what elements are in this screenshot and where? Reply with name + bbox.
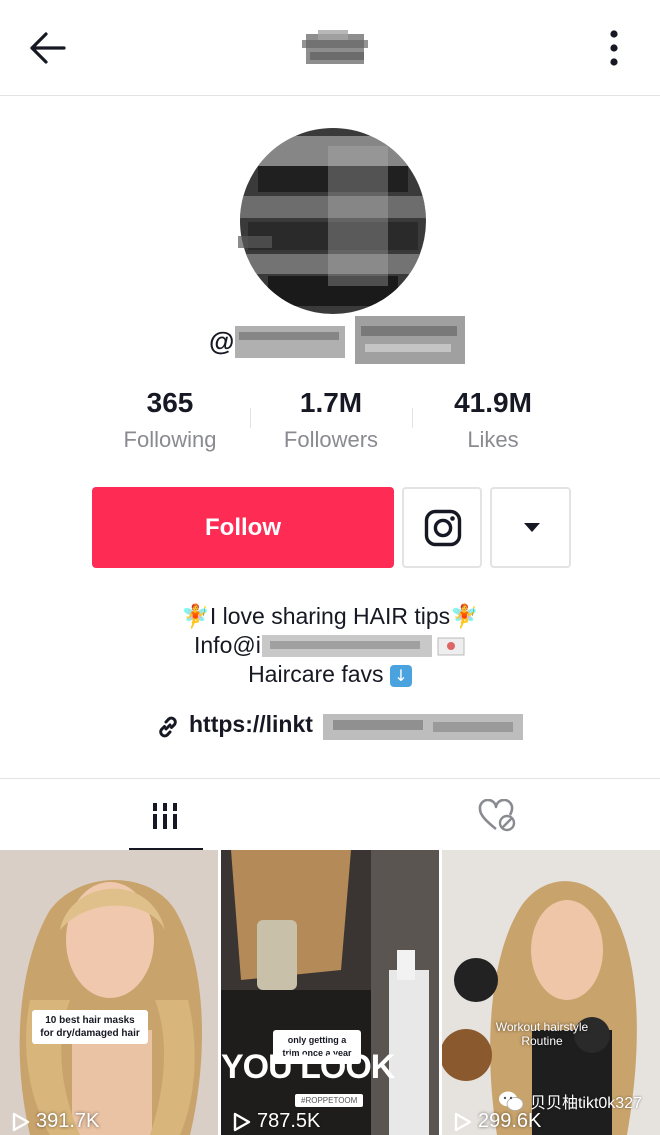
play-icon [12, 1112, 30, 1131]
content-tabs [0, 778, 660, 851]
followers-label: Followers [283, 427, 379, 452]
likes-label: Likes [467, 427, 519, 452]
bio-text: I love sharing HAIR tips [209, 603, 451, 629]
view-count-text: 391.7K [36, 1110, 100, 1132]
bio-link[interactable]: https://linkt [155, 708, 525, 744]
more-options-button[interactable] [600, 28, 628, 68]
more-dropdown-button[interactable] [490, 487, 571, 568]
view-count-text: 787.5K [257, 1110, 321, 1132]
obscured-title [298, 24, 374, 74]
bio: 🧚I love sharing HAIR tips🧚 Info@i Hairca… [0, 602, 660, 689]
video-caption: 10 best hair masks for dry/damaged hair [32, 1010, 148, 1044]
instagram-icon [424, 509, 462, 547]
top-bar [0, 0, 660, 96]
play-icon [233, 1112, 251, 1131]
avatar[interactable] [232, 126, 428, 316]
watermark: 贝贝柚tikt0k327 [498, 1089, 642, 1113]
following-label: Following [123, 427, 217, 452]
fairy-emoji: 🧚 [450, 604, 479, 630]
link-icon [159, 716, 177, 738]
video-thumbnail[interactable]: 10 best hair masks for dry/damaged hair … [0, 850, 218, 1135]
video-caption: Workout hairstyle Routine [495, 1020, 589, 1048]
back-button[interactable] [26, 28, 70, 68]
bio-haircare-text: Haircare favs [248, 661, 384, 687]
play-icon [454, 1112, 472, 1131]
tab-videos[interactable] [0, 779, 330, 851]
bio-link-text[interactable]: https://linkt [189, 711, 313, 738]
stat-following[interactable]: 365 Following [90, 386, 250, 454]
bio-email-prefix: Info@i [194, 632, 261, 658]
username: @ [205, 312, 465, 368]
instagram-button[interactable] [402, 487, 482, 568]
likes-count: 41.9M [454, 387, 532, 418]
tab-liked[interactable] [330, 779, 660, 851]
bio-line-3: Haircare favs ↓ [0, 660, 660, 689]
arrow-down-emoji-icon: ↓ [389, 664, 412, 687]
view-count: 299.6K [454, 1110, 541, 1133]
heart-hidden-icon [478, 799, 516, 832]
followers-count: 1.7M [299, 387, 363, 418]
following-count: 365 [146, 387, 194, 418]
username-at-symbol: @ [209, 326, 235, 356]
video-thumbnail[interactable]: only getting a trim once a year YOU LOOK… [221, 850, 439, 1135]
wechat-icon [498, 1091, 524, 1111]
follow-button[interactable]: Follow [92, 487, 394, 568]
arrow-left-icon [30, 32, 66, 64]
caret-down-icon [524, 523, 540, 532]
view-count: 787.5K [233, 1110, 320, 1133]
profile-stats: 365 Following 1.7M Followers 41.9M Likes [90, 386, 572, 466]
video-grid: 10 best hair masks for dry/damaged hair … [0, 850, 660, 1135]
view-count: 391.7K [12, 1110, 99, 1133]
vertical-dots-icon [610, 30, 618, 66]
bio-line-2: Info@i [0, 631, 660, 660]
video-overlay-text: YOU LOOK [221, 1048, 395, 1086]
stat-followers[interactable]: 1.7M Followers [251, 386, 411, 454]
bio-line-1: 🧚I love sharing HAIR tips🧚 [0, 602, 660, 631]
view-count-text: 299.6K [478, 1110, 542, 1132]
stat-likes[interactable]: 41.9M Likes [413, 386, 573, 454]
grid-bars-icon [151, 803, 179, 829]
watermark-text: 贝贝柚tikt0k327 [529, 1095, 642, 1112]
fairy-emoji: 🧚 [181, 604, 210, 630]
video-overlay-tag: #ROPPETOOM [295, 1094, 364, 1107]
